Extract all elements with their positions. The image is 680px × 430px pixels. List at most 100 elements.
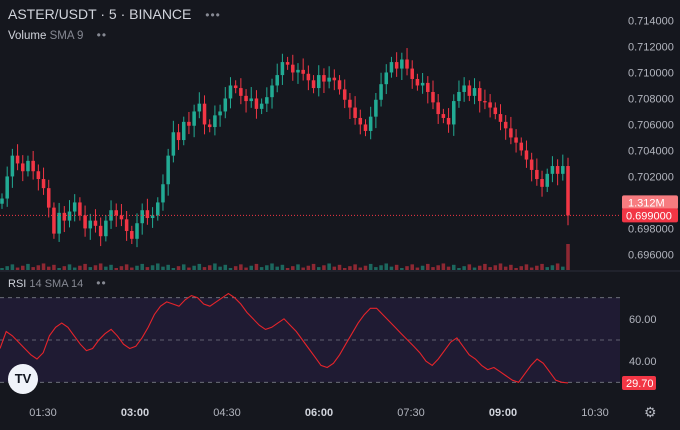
candle-body <box>358 117 363 125</box>
volume-bar <box>88 267 93 270</box>
volume-bar <box>327 263 331 270</box>
price-axis-tick: 0.696000 <box>628 249 674 261</box>
candle-body <box>161 184 165 203</box>
candle-body <box>431 91 435 103</box>
price-axis-tick: 0.698000 <box>628 223 674 235</box>
time-axis-tick: 06:00 <box>305 407 333 419</box>
candle-body <box>462 85 466 92</box>
candle-body <box>446 117 451 125</box>
candle-body <box>88 220 93 229</box>
volume-bar <box>135 265 139 270</box>
more-options-icon[interactable]: ••• <box>205 8 221 22</box>
candle-body <box>249 98 254 102</box>
candle-body <box>104 220 108 237</box>
candle-body <box>135 223 139 239</box>
volume-bar <box>98 263 103 270</box>
volume-bar <box>140 263 144 270</box>
volume-bar <box>26 263 30 270</box>
volume-bar <box>535 265 539 270</box>
candle-body <box>130 231 134 239</box>
gear-icon[interactable]: ⚙ <box>644 404 657 421</box>
volume-bar <box>379 265 383 270</box>
time-axis-tick: 07:30 <box>397 407 425 419</box>
rsi-axis-tick: 60.00 <box>629 314 657 326</box>
candle-body <box>545 173 549 187</box>
volume-bar <box>410 264 414 270</box>
candle-body <box>337 80 342 90</box>
volume-bar <box>477 265 482 270</box>
candle-body <box>332 77 337 81</box>
symbol-name: ASTER/USDT <box>8 6 97 22</box>
candle-body <box>202 103 207 125</box>
volume-bar <box>306 265 311 270</box>
candle-body <box>223 98 228 112</box>
volume-bar <box>119 266 124 270</box>
volume-bar <box>488 267 492 270</box>
volume-bar <box>46 266 51 270</box>
volume-bar <box>156 263 160 270</box>
tradingview-logo[interactable]: TV <box>8 364 38 394</box>
rsi-options-icon[interactable]: •• <box>96 276 106 290</box>
candle-body <box>93 220 98 226</box>
volume-bar <box>514 268 518 270</box>
candle-body <box>550 166 555 174</box>
header-separator: · <box>96 6 109 22</box>
candle-body <box>503 121 508 129</box>
volume-bar <box>187 267 191 270</box>
volume-bar <box>197 263 202 270</box>
volume-bar <box>405 266 409 270</box>
candle-body <box>166 155 170 185</box>
price-badge-text: 0.699000 <box>626 210 672 222</box>
volume-bar <box>529 267 534 270</box>
candle-body <box>483 101 487 103</box>
volume-bar <box>311 263 316 270</box>
candle-body <box>327 77 331 82</box>
volume-bar <box>57 268 61 270</box>
chart-canvas[interactable]: 0.714000 0.712000 0.710000 0.708000 0.706000… <box>0 0 680 425</box>
symbol-header[interactable]: ASTER/USDT · 5 · BINANCE ••• <box>8 6 221 22</box>
candle-body <box>26 160 30 172</box>
volume-bar <box>270 263 274 270</box>
candle-body <box>46 188 51 208</box>
rsi-band <box>0 297 620 383</box>
volume-bar <box>348 266 352 270</box>
candle-body <box>36 171 41 180</box>
volume-legend[interactable]: Volume SMA 9 •• <box>8 28 107 42</box>
rsi-badge-text: 29.70 <box>626 378 654 390</box>
volume-sma-label: SMA 9 <box>49 30 84 42</box>
candle-body <box>296 69 300 73</box>
candle-body <box>316 75 321 89</box>
volume-bar <box>555 263 560 270</box>
candle-body <box>436 102 440 115</box>
candle-body <box>322 75 326 82</box>
trading-chart[interactable]: 0.714000 0.712000 0.710000 0.708000 0.706000… <box>0 0 680 425</box>
price-axis-tick: 0.708000 <box>628 93 674 105</box>
candle-body <box>285 62 290 65</box>
candle-body <box>389 62 394 73</box>
volume-bar <box>31 267 35 270</box>
candle-body <box>472 88 477 96</box>
candle-body <box>270 85 274 98</box>
volume-bar <box>207 265 212 270</box>
candle-body <box>83 215 87 229</box>
candle-body <box>0 198 4 204</box>
time-axis-tick: 04:30 <box>213 407 241 419</box>
candle-body <box>218 111 222 116</box>
rsi-legend[interactable]: RSI 14 SMA 14 •• <box>8 276 107 290</box>
volume-bar <box>72 267 77 270</box>
candle-body <box>555 166 560 174</box>
price-axis-tick: 0.710000 <box>628 67 674 79</box>
volume-bar <box>213 263 217 270</box>
volume-bar <box>5 266 9 270</box>
volume-bar <box>519 266 524 270</box>
volume-bar <box>181 264 186 270</box>
candle-body <box>52 207 56 234</box>
candle-body <box>524 150 529 160</box>
volume-bar <box>400 268 404 270</box>
volume-bar <box>394 264 399 270</box>
candle-body <box>233 85 238 89</box>
candle-body <box>379 84 383 100</box>
candle-body <box>181 121 186 141</box>
volume-options-icon[interactable]: •• <box>97 28 107 42</box>
volume-bar <box>10 264 15 270</box>
